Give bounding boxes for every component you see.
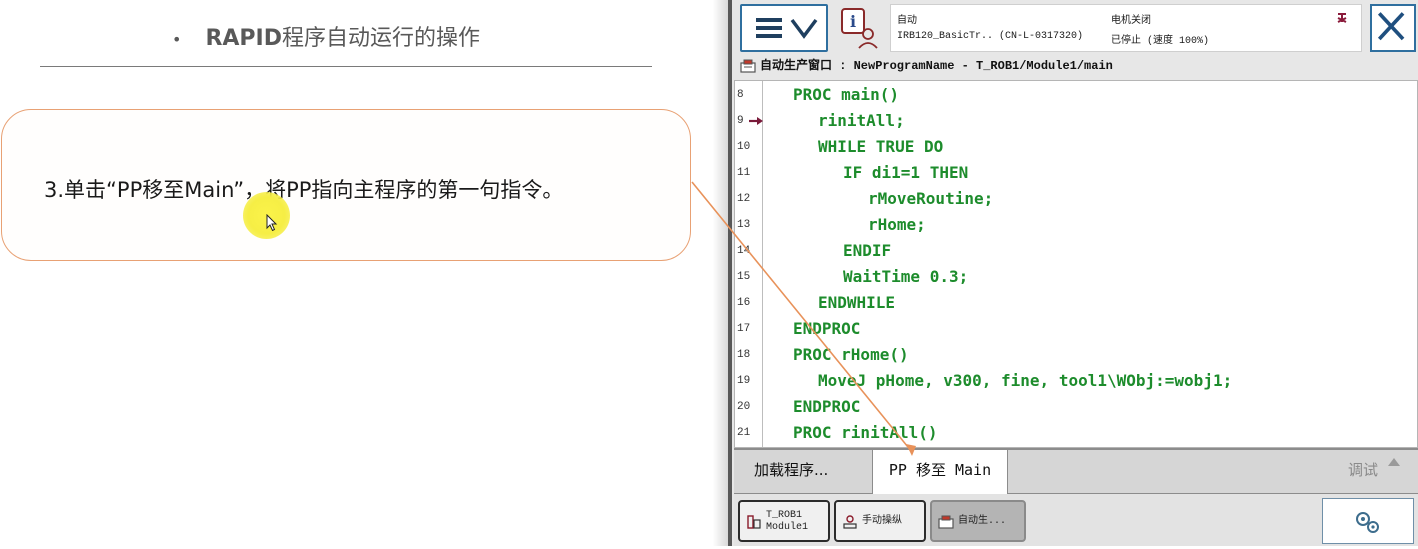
caret-up-icon xyxy=(1388,458,1400,466)
title-bullet: • xyxy=(172,29,182,49)
chevron-down-icon xyxy=(790,18,818,39)
close-icon xyxy=(1377,12,1405,41)
program-module-icon xyxy=(747,515,761,529)
code-line[interactable]: 16 ENDWHILE xyxy=(735,290,1417,316)
code-text: ENDIF xyxy=(843,241,892,260)
load-program-button[interactable]: 加载程序... xyxy=(744,450,874,494)
flexpendant-screen: i 自动 IRB120_BasicTr.. (CN-L-0317320) 电机关… xyxy=(728,0,1418,546)
task-module1[interactable]: T_ROB1 Module1 xyxy=(738,500,830,542)
window-title-text: 自动生产窗口 : NewProgramName - T_ROB1/Module1… xyxy=(760,59,1113,73)
event-log-info-icon[interactable]: i xyxy=(838,6,882,50)
task-label: 自动生... xyxy=(958,516,1007,527)
code-editor[interactable]: 8 PROC main() 9 rinitAll; 10 WHILE TRUE DO 11 I… xyxy=(734,80,1418,448)
main-menu-button[interactable] xyxy=(740,4,828,52)
code-line[interactable]: 14 ENDIF xyxy=(735,238,1417,264)
code-line[interactable]: 19 MoveJ pHome, v300, fine, tool1\WObj:=w… xyxy=(735,368,1417,394)
program-state: 已停止 (速度 100%) xyxy=(1111,36,1210,47)
quickset-button[interactable] xyxy=(1322,498,1414,544)
close-button[interactable] xyxy=(1370,4,1416,52)
line-number: 8 xyxy=(737,89,744,101)
code-line[interactable]: 8 PROC main() xyxy=(735,82,1417,108)
line-number: 15 xyxy=(737,271,751,283)
line-number: 11 xyxy=(737,167,751,179)
code-text: ENDWHILE xyxy=(818,293,896,312)
line-number: 13 xyxy=(737,219,751,231)
mouse-cursor-icon xyxy=(266,214,278,232)
code-line[interactable]: 9 rinitAll; xyxy=(735,108,1417,134)
production-window-icon xyxy=(938,515,954,529)
code-text: PROC rinitAll() xyxy=(793,423,938,442)
svg-text:i: i xyxy=(850,12,856,31)
slide-title: • RAPID程序自动运行的操作 xyxy=(172,20,480,52)
line-number: 14 xyxy=(737,245,751,257)
slide-panel: • RAPID程序自动运行的操作 3.单击“PP移至Main”，将PP指向主程序的… xyxy=(0,0,694,546)
operating-mode: 自动 xyxy=(897,16,917,27)
hamburger-icon xyxy=(756,18,782,38)
code-line[interactable]: 13 rHome; xyxy=(735,212,1417,238)
title-rapid: RAPID xyxy=(205,26,282,51)
code-text: IF di1=1 THEN xyxy=(843,163,969,182)
pp-to-main-button[interactable]: PP 移至 Main xyxy=(872,450,1008,494)
gears-icon xyxy=(1356,512,1379,533)
debug-menu-button[interactable]: 调试 xyxy=(1348,450,1378,494)
command-bar: 加载程序... PP 移至 Main 调试 xyxy=(734,448,1418,494)
line-number: 10 xyxy=(737,141,751,153)
code-text: rMoveRoutine; xyxy=(868,189,994,208)
code-line[interactable]: 20 ENDPROC xyxy=(735,394,1417,420)
line-number: 18 xyxy=(737,349,751,361)
line-number: 21 xyxy=(737,427,751,439)
task-jogging[interactable]: 手动操纵 xyxy=(834,500,926,542)
line-number: 20 xyxy=(737,401,751,413)
code-line[interactable]: 21 PROC rinitAll() xyxy=(735,420,1417,446)
task-production-window[interactable]: 自动生... xyxy=(930,500,1026,542)
code-line[interactable]: 12 rMoveRoutine; xyxy=(735,186,1417,212)
code-text: WaitTime 0.3; xyxy=(843,267,969,286)
code-text: ENDPROC xyxy=(793,397,861,416)
line-number: 17 xyxy=(737,323,751,335)
window-title: 自动生产窗口 : NewProgramName - T_ROB1/Module1… xyxy=(738,56,1418,78)
code-text: WHILE TRUE DO xyxy=(818,137,944,156)
title-rest: 程序自动运行的操作 xyxy=(281,26,480,51)
title-divider xyxy=(40,66,652,67)
code-line[interactable]: 15 WaitTime 0.3; xyxy=(735,264,1417,290)
task-label: 手动操纵 xyxy=(862,516,902,527)
instruction-callout: 3.单击“PP移至Main”，将PP指向主程序的第一句指令。 xyxy=(1,109,691,261)
line-number: 19 xyxy=(737,375,751,387)
production-window-icon xyxy=(740,59,756,73)
code-line[interactable]: 11 IF di1=1 THEN xyxy=(735,160,1417,186)
status-bar: 自动 IRB120_BasicTr.. (CN-L-0317320) 电机关闭 … xyxy=(890,4,1362,52)
code-line[interactable]: 18 PROC rHome() xyxy=(735,342,1417,368)
code-line[interactable]: 17 ENDPROC xyxy=(735,316,1417,342)
slide-edge-shadow xyxy=(694,0,728,546)
code-text: MoveJ pHome, v300, fine, tool1\WObj:=wob… xyxy=(818,371,1233,390)
code-text: rinitAll; xyxy=(818,111,905,130)
program-pointer-arrow-icon xyxy=(749,117,763,125)
line-number: 16 xyxy=(737,297,751,309)
instruction-text: 3.单击“PP移至Main”，将PP指向主程序的第一句指令。 xyxy=(44,178,564,202)
code-text: PROC main() xyxy=(793,85,899,104)
robot-status-icon xyxy=(1337,13,1347,23)
code-text: rHome; xyxy=(868,215,926,234)
task-label: T_ROB1 Module1 xyxy=(766,510,809,533)
code-text: PROC rHome() xyxy=(793,345,909,364)
taskbar: T_ROB1 Module1 手动操纵 自动生... xyxy=(734,494,1418,546)
code-line[interactable]: 10 WHILE TRUE DO xyxy=(735,134,1417,160)
motor-state: 电机关闭 xyxy=(1111,16,1151,27)
jogging-icon xyxy=(843,515,857,529)
station-name: IRB120_BasicTr.. (CN-L-0317320) xyxy=(897,31,1084,42)
line-number: 12 xyxy=(737,193,751,205)
code-text: ENDPROC xyxy=(793,319,861,338)
